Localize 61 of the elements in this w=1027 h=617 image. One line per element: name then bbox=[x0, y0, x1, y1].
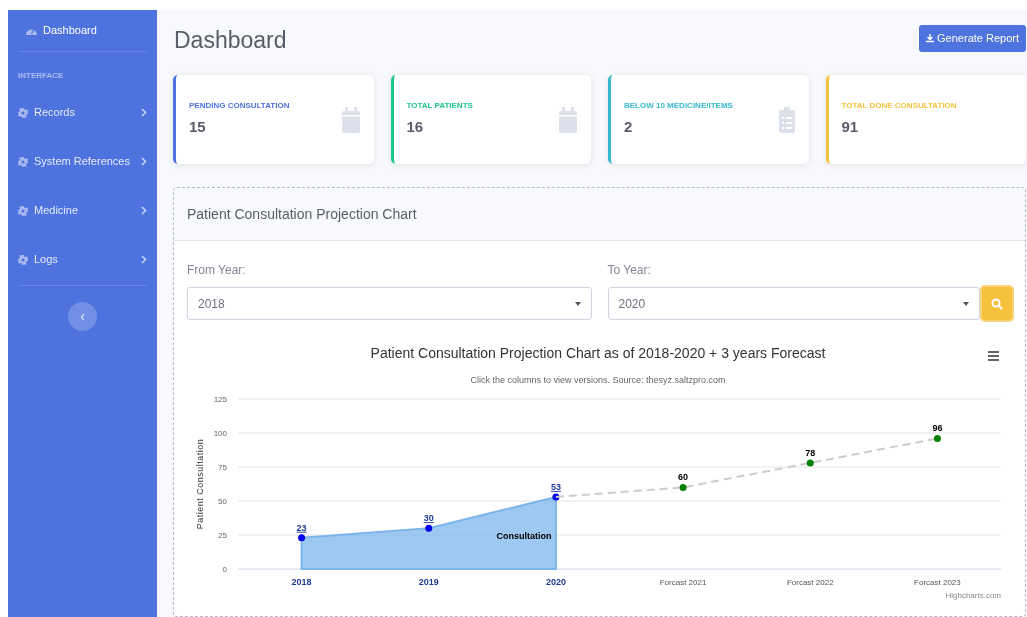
axis-title: Patient Consultation bbox=[195, 438, 205, 530]
gear-icon bbox=[18, 107, 28, 118]
chevron-right-icon bbox=[141, 108, 147, 117]
axis-category-label: 2020 bbox=[545, 577, 566, 587]
chevron-right-icon bbox=[141, 206, 147, 215]
data-label: 53 bbox=[550, 481, 561, 492]
axis-category-label: Forcast 2022 bbox=[786, 578, 834, 587]
card-label: BELOW 10 MEDICINE/ITEMS bbox=[624, 100, 733, 113]
calendar-icon bbox=[341, 106, 360, 133]
chevron-right-icon bbox=[141, 157, 147, 166]
card-label: TOTAL PATIENTS bbox=[406, 100, 473, 113]
page-title: Dashboard bbox=[174, 25, 287, 55]
sidebar-item[interactable]: Records bbox=[18, 88, 147, 137]
to-year-select[interactable]: 2020 bbox=[607, 287, 980, 320]
calendar-icon bbox=[559, 106, 577, 133]
axis-tick-label: 75 bbox=[218, 463, 227, 472]
card-value: 15 bbox=[189, 117, 207, 138]
data-label: 60 bbox=[678, 472, 689, 483]
card-label: TOTAL DONE CONSULTATION bbox=[841, 100, 957, 113]
sidebar-item[interactable]: Logs bbox=[18, 235, 147, 284]
axis-tick-label: 25 bbox=[218, 531, 227, 540]
generate-report-button[interactable]: Generate Report bbox=[919, 25, 1026, 52]
axis-tick-label: 0 bbox=[222, 565, 227, 574]
chart-title: Patient Consultation Projection Chart as of 2018-2020 + 3 years Forecast bbox=[370, 345, 826, 361]
card-value: 16 bbox=[406, 117, 425, 138]
axis-category-label: 2019 bbox=[418, 577, 439, 587]
clipboard-icon bbox=[778, 106, 795, 133]
search-icon bbox=[991, 297, 1003, 310]
sidebar-item[interactable]: System References bbox=[18, 137, 147, 186]
axis-tick-label: 50 bbox=[218, 497, 227, 506]
panel-title: Patient Consultation Projection Chart bbox=[187, 204, 417, 224]
data-label: 96 bbox=[932, 423, 943, 434]
sidebar-item[interactable]: Medicine bbox=[18, 186, 147, 235]
section-heading: INTERFACE bbox=[18, 70, 65, 82]
menu-icon[interactable] bbox=[988, 351, 999, 361]
chevron-right-icon bbox=[141, 255, 147, 264]
gear-icon bbox=[18, 156, 28, 167]
gear-icon bbox=[18, 205, 28, 216]
axis-tick-label: 125 bbox=[213, 395, 227, 404]
axis-category-label: 2018 bbox=[291, 577, 312, 587]
sidebar-toggle-button[interactable]: ‹ bbox=[68, 302, 97, 331]
data-label: 78 bbox=[805, 447, 816, 458]
chart-credits: Highcharts.com bbox=[945, 591, 1001, 600]
card-value: 2 bbox=[624, 117, 634, 138]
field-label: From Year: bbox=[187, 262, 247, 279]
axis-category-label: Forcast 2023 bbox=[914, 578, 961, 587]
card-label: PENDING CONSULTATION bbox=[189, 100, 290, 113]
sidebar-item[interactable]: Dashboard bbox=[18, 10, 147, 52]
axis-category-label: Forcast 2021 bbox=[659, 578, 707, 587]
caret-icon bbox=[574, 301, 581, 306]
download-icon bbox=[926, 34, 935, 43]
series-label: Consultation bbox=[496, 531, 552, 541]
field-label: To Year: bbox=[607, 262, 652, 279]
axis-tick-label: 100 bbox=[213, 429, 227, 438]
data-label: 23 bbox=[296, 522, 307, 533]
caret-icon bbox=[963, 301, 969, 306]
card-value: 91 bbox=[841, 117, 860, 138]
gear-icon bbox=[18, 254, 28, 265]
chart-subtitle: Click the columns to view versions. Source: thesyz.saltzpro.com bbox=[470, 375, 726, 385]
from-year-select[interactable]: 2018 bbox=[187, 287, 592, 320]
data-label: 30 bbox=[423, 513, 434, 524]
